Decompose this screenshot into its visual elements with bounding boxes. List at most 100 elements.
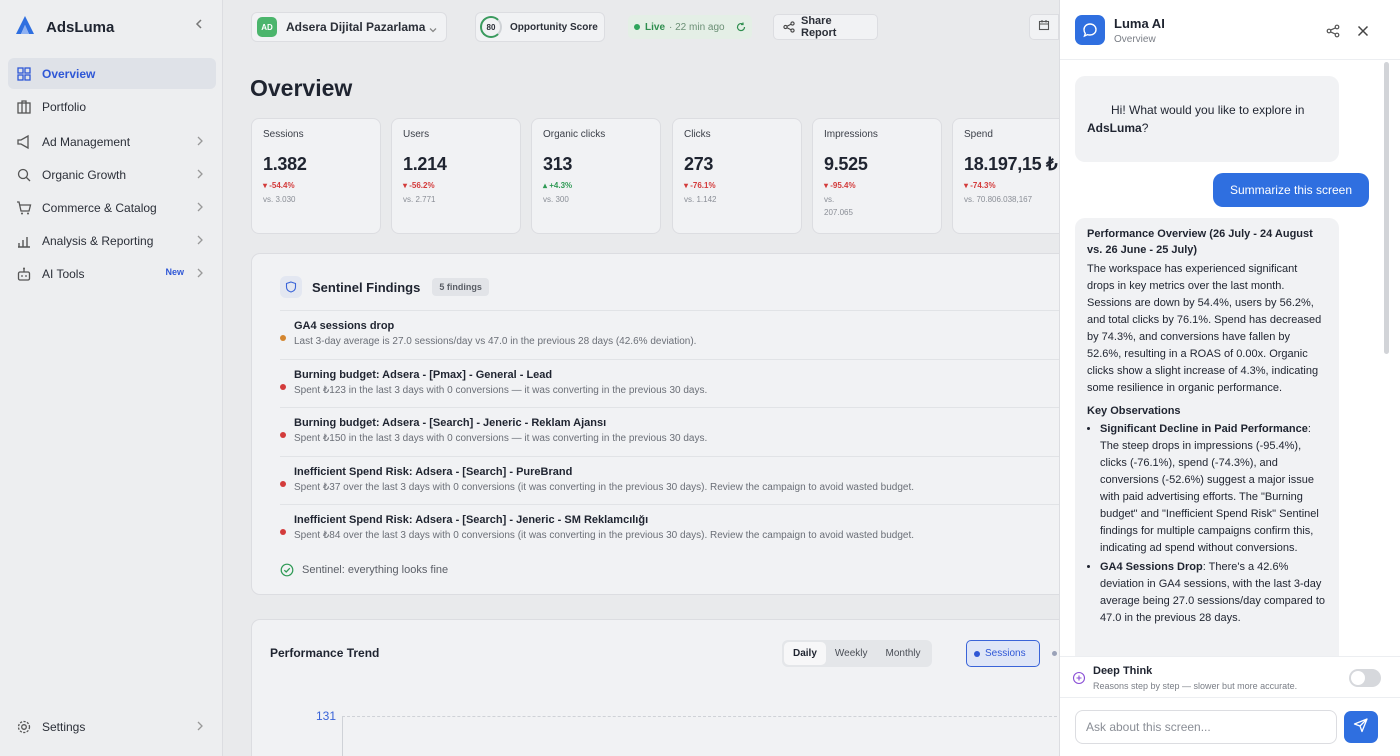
period-daily[interactable]: Daily [784, 642, 826, 665]
y-axis-tick: 131 [316, 709, 337, 723]
calendar-icon [1038, 18, 1050, 36]
ask-input[interactable] [1075, 710, 1337, 744]
deep-think-toggle[interactable] [1349, 669, 1381, 687]
sidebar-item-label: Portfolio [42, 99, 87, 114]
briefcase-icon [16, 99, 32, 115]
close-icon[interactable] [1356, 24, 1370, 38]
finding-description: Last 3-day average is 27.0 sessions/day … [294, 336, 697, 347]
sidebar-item-ai-tools[interactable]: AI Tools New [8, 258, 216, 289]
kpi-card-users[interactable]: Users 1.214 ▾ -56.2% vs. 2.771 [391, 118, 521, 234]
chevron-right-icon [194, 267, 206, 279]
severity-dot-icon [280, 529, 286, 535]
finding-item[interactable]: GA4 sessions drop Last 3-day average is … [280, 310, 1059, 359]
finding-item[interactable]: Burning budget: Adsera - [Search] - Jene… [280, 407, 1059, 456]
assistant-scrollbar[interactable] [1384, 62, 1389, 354]
greeting-brand: AdsLuma [1087, 121, 1142, 135]
live-status: Live · 22 min ago [628, 15, 752, 39]
share-report-button[interactable]: Share Report [773, 14, 878, 40]
assistant-greeting-message: Hi! What would you like to explore in Ad… [1075, 76, 1339, 162]
finding-title: Inefficient Spend Risk: Adsera - [Search… [294, 465, 573, 478]
kpi-card-clicks[interactable]: Clicks 273 ▾ -76.1% vs. 1.142 [672, 118, 802, 234]
finding-item[interactable]: Burning budget: Adsera - [Pmax] - Genera… [280, 358, 1059, 408]
finding-description: Spent ₺37 over the last 3 days with 0 co… [294, 481, 915, 493]
live-label: Live [645, 21, 666, 33]
finding-item[interactable]: Inefficient Spend Risk: Adsera - [Search… [280, 504, 1059, 553]
sidebar-item-commerce-catalog[interactable]: Commerce & Catalog [8, 192, 216, 223]
kpi-value: 1.382 [263, 154, 307, 174]
assistant-reply-message: Performance Overview (26 July - 24 Augus… [1075, 218, 1339, 658]
greeting-text: Hi! What would you like to explore in [1111, 103, 1305, 117]
new-badge: New [165, 267, 184, 277]
sidebar-item-organic-growth[interactable]: Organic Growth [8, 159, 216, 190]
sidebar-nav: Overview Portfolio Ad Management Organic… [8, 58, 216, 291]
finding-description: Spent ₺123 in the last 3 days with 0 con… [294, 384, 708, 396]
sidebar-item-overview[interactable]: Overview [8, 58, 216, 89]
sidebar-item-portfolio[interactable]: Portfolio [8, 91, 216, 122]
more-series-dot-icon[interactable] [1052, 651, 1057, 656]
kpi-comparison: vs. 207.065 [824, 195, 853, 217]
deep-think-description: Reasons step by step — slower but more a… [1093, 681, 1298, 691]
shield-icon [280, 276, 302, 298]
series-dot-icon [974, 650, 980, 657]
kpi-value: 273 [684, 154, 714, 174]
sentinel-findings-card: Sentinel Findings 5 findings GA4 session… [251, 253, 1059, 595]
sentinel-title: Sentinel Findings [312, 279, 421, 295]
sidebar-item-settings[interactable]: Settings [8, 711, 216, 742]
kpi-label: Organic clicks [543, 129, 606, 140]
kpi-comparison: vs. 300 [543, 195, 569, 204]
finding-description: Spent ₺150 in the last 3 days with 0 con… [294, 433, 708, 444]
finding-title: Burning budget: Adsera - [Search] - Jene… [294, 417, 607, 429]
metric-sessions-toggle[interactable]: Sessions [966, 640, 1040, 667]
opportunity-score-label: Opportunity Score [510, 21, 598, 33]
kpi-delta: ▾ -76.1% [684, 181, 716, 190]
brand-name: AdsLuma [46, 19, 115, 36]
opportunity-score-ring: 80 [480, 16, 502, 38]
workspace-name: Adsera Dijital Pazarlama [286, 20, 426, 34]
kpi-delta: ▾ -56.2% [403, 181, 435, 190]
sidebar-item-ad-management[interactable]: Ad Management [8, 126, 216, 157]
brand[interactable]: AdsLuma [14, 14, 114, 41]
sidebar-item-analysis-reporting[interactable]: Analysis & Reporting [8, 225, 216, 256]
refresh-icon[interactable] [736, 22, 746, 32]
greeting-suffix: ? [1141, 121, 1149, 135]
kpi-delta: ▴ +4.3% [543, 181, 573, 190]
workspace-selector[interactable]: AD Adsera Dijital Pazarlama [251, 12, 447, 42]
observation-text: : The steep drops in impressions (-95.4%… [1100, 423, 1319, 554]
sidebar-item-label: Ad Management [42, 134, 131, 149]
send-button[interactable] [1344, 711, 1378, 743]
kpi-delta: ▾ -95.4% [824, 181, 856, 190]
finding-item[interactable]: Inefficient Spend Risk: Adsera - [Search… [280, 455, 1059, 505]
kpi-card-spend[interactable]: Spend 18.197,15 ₺ ▾ -74.3% vs. 70.806.03… [952, 118, 1059, 234]
kpi-label: Clicks [684, 129, 711, 140]
share-report-label: Share Report [801, 15, 837, 39]
chevron-right-icon [194, 234, 206, 246]
findings-list: GA4 sessions drop Last 3-day average is … [280, 310, 1059, 553]
topbar: AD Adsera Dijital Pazarlama 80 Opportuni… [223, 0, 1059, 54]
cart-icon [16, 200, 32, 216]
sentinel-ok-text: Sentinel: everything looks fine [302, 564, 449, 576]
kpi-label: Impressions [824, 129, 878, 140]
sidebar-item-label: Overview [42, 66, 96, 81]
chevron-right-icon [194, 135, 206, 147]
reply-observations-title: Key Observations [1087, 405, 1181, 417]
sidebar-item-label: Settings [42, 719, 86, 734]
kpi-card-sessions[interactable]: Sessions 1.382 ▾ -54.4% vs. 3.030 [251, 118, 381, 234]
collapse-sidebar-icon[interactable] [193, 18, 207, 32]
observation-bold: GA4 Sessions Drop [1100, 561, 1203, 573]
date-range-button[interactable] [1029, 14, 1059, 40]
search-icon [16, 167, 32, 183]
workspace-avatar: AD [257, 17, 277, 37]
megaphone-icon [16, 134, 32, 150]
period-monthly[interactable]: Monthly [877, 642, 930, 665]
metric-label: Sessions [985, 648, 1026, 659]
period-weekly[interactable]: Weekly [826, 642, 877, 665]
kpi-card-impressions[interactable]: Impressions 9.525 ▾ -95.4% vs. 207.065 [812, 118, 942, 234]
kpi-comparison: vs. 70.806.038,167 [964, 195, 1033, 204]
kpi-value: 9.525 [824, 154, 868, 174]
kpi-value: 18.197,15 ₺ [964, 154, 1058, 174]
opportunity-score-button[interactable]: 80 Opportunity Score [475, 12, 605, 42]
share-icon[interactable] [1326, 24, 1340, 38]
main-content: AD Adsera Dijital Pazarlama 80 Opportuni… [223, 0, 1059, 756]
kpi-card-organic-clicks[interactable]: Organic clicks 313 ▴ +4.3% vs. 300 [531, 118, 661, 234]
deep-think-row: Deep Think Reasons step by step — slower… [1060, 656, 1400, 698]
